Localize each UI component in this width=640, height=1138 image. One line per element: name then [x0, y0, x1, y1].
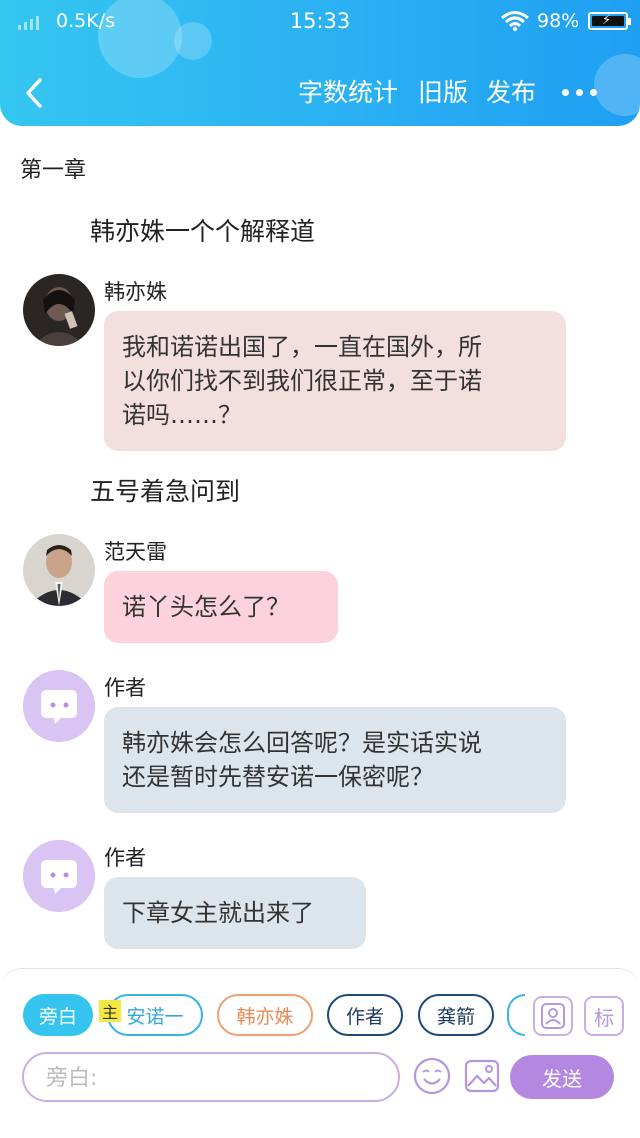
- battery-percent: 98%: [537, 10, 580, 32]
- message-line: 以你们找不到我们很正常，至于诺: [122, 367, 482, 395]
- avatar-fantianlei: [23, 534, 95, 606]
- message-line: 韩亦姝会怎么回答呢？是实话实说: [122, 729, 482, 757]
- message-line: 下章女主就出来了: [122, 899, 314, 927]
- message-bubble[interactable]: 我和诺诺出国了，一直在国外，所 以你们找不到我们很正常，至于诺 诺吗……？: [104, 311, 566, 451]
- narration-text[interactable]: 韩亦姝一个个解释道: [90, 212, 315, 248]
- chapter-title[interactable]: 第一章: [20, 152, 86, 184]
- back-icon[interactable]: [20, 76, 50, 110]
- battery-icon: ⚡: [588, 12, 631, 30]
- role-chip-hanyishu[interactable]: 韩亦姝: [217, 994, 313, 1036]
- role-chip-annuoyi[interactable]: 安诺一: [107, 994, 203, 1036]
- message-input-box[interactable]: [22, 1052, 400, 1102]
- app-header: 0.5K/s 15:33 98% ⚡ 字数统计 旧版 发布: [0, 0, 640, 126]
- avatar-author: [23, 840, 95, 912]
- wifi-icon: [501, 11, 529, 32]
- role-manage-button[interactable]: [533, 996, 573, 1036]
- tag-button[interactable]: 标: [584, 996, 624, 1036]
- chat-bubble-icon: [23, 670, 95, 742]
- message-input[interactable]: [46, 1062, 376, 1094]
- decor-bubble: [594, 54, 640, 116]
- chat-bubble-icon: [23, 840, 95, 912]
- message-bubble[interactable]: 下章女主就出来了: [104, 877, 366, 949]
- emoji-icon[interactable]: [412, 1056, 452, 1096]
- main-character-tag: 主: [99, 1000, 121, 1022]
- message-line: 诺吗……？: [122, 401, 242, 429]
- avatar-author: [23, 670, 95, 742]
- message-line: 还是暂时先替安诺一保密呢？: [122, 763, 434, 791]
- old-version-button[interactable]: 旧版: [418, 76, 468, 110]
- message-bubble[interactable]: 韩亦姝会怎么回答呢？是实话实说 还是暂时先替安诺一保密呢？: [104, 707, 566, 813]
- avatar-hanyishu: [23, 274, 95, 346]
- role-chip-gongjian[interactable]: 龚箭: [418, 994, 494, 1036]
- speaker-name: 作者: [104, 676, 146, 700]
- publish-button[interactable]: 发布: [486, 76, 536, 110]
- speaker-name: 作者: [104, 846, 146, 870]
- speaker-name: 韩亦姝: [104, 280, 167, 304]
- word-count-button[interactable]: 字数统计: [298, 76, 398, 110]
- status-bar: 0.5K/s 15:33 98% ⚡: [0, 0, 640, 44]
- more-icon[interactable]: [562, 89, 597, 96]
- user-card-icon: [541, 1003, 565, 1029]
- send-button[interactable]: 发送: [510, 1055, 614, 1099]
- message-line: 诺丫头怎么了？: [122, 593, 290, 621]
- message-bubble[interactable]: 诺丫头怎么了？: [104, 571, 338, 643]
- message-line: 我和诺诺出国了，一直在国外，所: [122, 333, 482, 361]
- role-chip-author[interactable]: 作者: [327, 994, 403, 1036]
- speaker-name: 范天雷: [104, 540, 167, 564]
- narration-text[interactable]: 五号着急问到: [90, 472, 240, 508]
- role-chip-narration[interactable]: 旁白: [23, 994, 93, 1036]
- image-icon[interactable]: [462, 1056, 502, 1096]
